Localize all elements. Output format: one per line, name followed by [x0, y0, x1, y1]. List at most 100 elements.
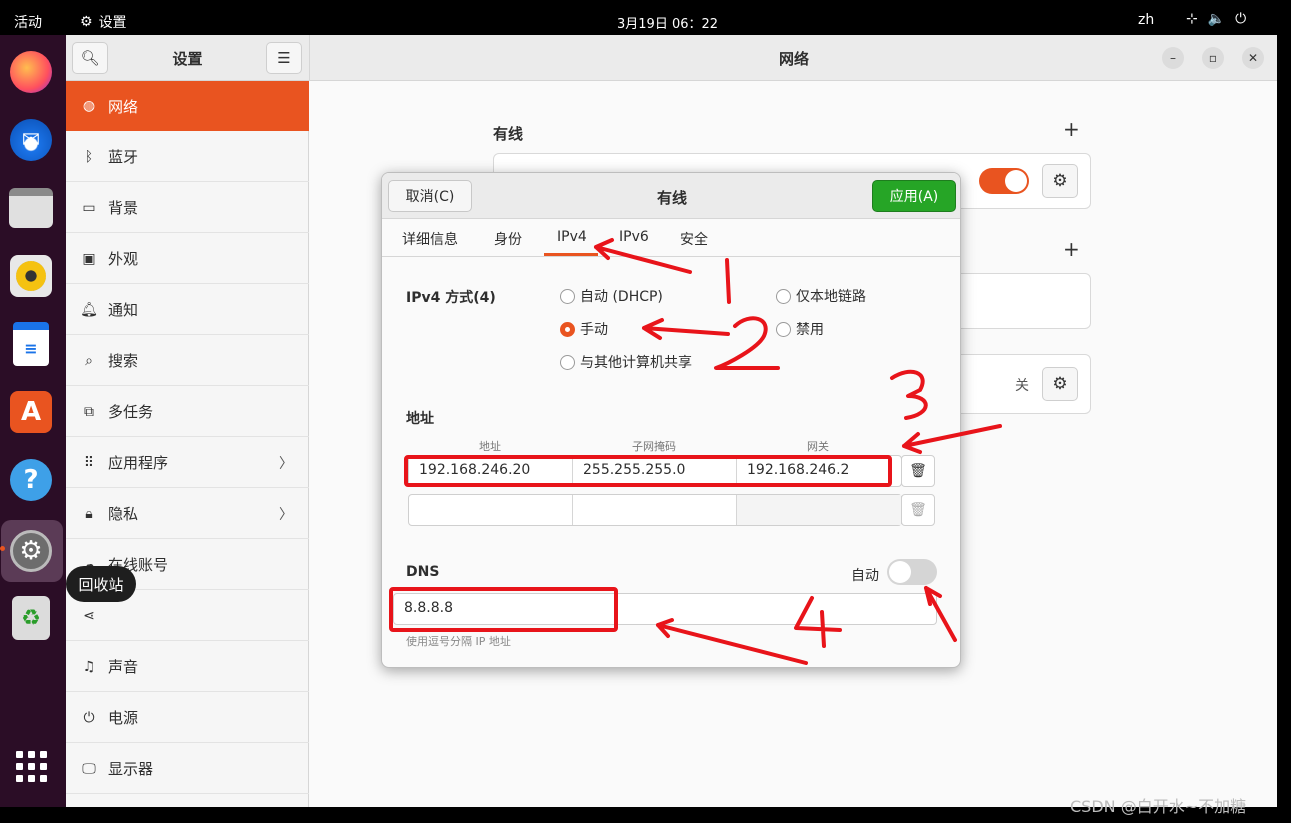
- power-icon: ⏻: [83, 709, 95, 726]
- thunderbird-icon: ✉: [10, 119, 52, 161]
- trash-icon: ♻: [12, 596, 50, 640]
- radio-label: 禁用: [796, 322, 824, 338]
- chevron-right-icon: 〉: [279, 506, 293, 523]
- desktop: 活动 ⚙ 设置 3月19日 06：22 zh ⊹ 🔈 ⏻ ✉ ≡ A ? ⚙ ♻…: [0, 0, 1291, 823]
- close-button[interactable]: ✕: [1242, 47, 1264, 69]
- radio-label: 仅本地链路: [796, 289, 866, 305]
- minimize-icon: –: [1170, 51, 1176, 65]
- wired-settings-dialog: 取消(C) 有线 应用(A) 详细信息 身份 IPv4 IPv6 安全 IPv4…: [381, 172, 961, 668]
- radio-label: 手动: [580, 322, 608, 338]
- sidebar-item-bluetooth[interactable]: ᛒ 蓝牙: [66, 132, 309, 182]
- sidebar-item-applications[interactable]: ⠿ 应用程序 〉: [66, 438, 309, 488]
- dock-files[interactable]: [6, 183, 56, 233]
- wired-settings-button[interactable]: ⚙: [1042, 164, 1078, 198]
- netmask-field[interactable]: [573, 495, 737, 525]
- network-icon: ◍: [82, 98, 96, 114]
- sidebar-item-label: 网络: [108, 97, 139, 116]
- radio-disabled[interactable]: 禁用: [776, 319, 824, 339]
- input-language[interactable]: zh: [1138, 12, 1154, 28]
- sidebar-item-background[interactable]: ▭ 背景: [66, 183, 309, 233]
- app-menu[interactable]: ⚙ 设置: [80, 12, 127, 32]
- radio-label: 自动 (DHCP): [580, 289, 663, 305]
- address-section-label: 地址: [406, 411, 434, 427]
- sidebar-item-label: 声音: [108, 658, 139, 676]
- tab-security[interactable]: 安全: [680, 229, 708, 249]
- sidebar-item-displays[interactable]: 🖵︎ 显示器: [66, 744, 309, 794]
- sidebar-item-label: 蓝牙: [108, 148, 139, 166]
- system-tray[interactable]: ⊹ 🔈 ⏻: [1186, 11, 1246, 27]
- bell-icon: 🔔︎: [80, 301, 98, 318]
- dock-writer[interactable]: ≡: [6, 319, 56, 369]
- sidebar-item-power[interactable]: ⏻ 电源: [66, 693, 309, 743]
- close-icon: ✕: [1247, 51, 1259, 65]
- address-field[interactable]: 192.168.246.20: [409, 456, 573, 486]
- dock-trash[interactable]: ♻: [6, 593, 56, 643]
- main-header: 网络 – ▫ ✕: [309, 35, 1277, 81]
- sidebar-item-network[interactable]: ◍ 网络: [66, 81, 309, 131]
- gateway-field[interactable]: 192.168.246.2: [737, 456, 901, 486]
- apply-button[interactable]: 应用(A): [872, 180, 956, 212]
- sidebar-item-appearance[interactable]: ▣ 外观: [66, 234, 309, 284]
- dns-auto-toggle[interactable]: [887, 559, 937, 585]
- app-menu-label: 设置: [98, 15, 127, 31]
- sidebar-item-sound[interactable]: ♫ 声音: [66, 642, 309, 692]
- wired-toggle[interactable]: [979, 168, 1029, 194]
- proxy-status: 关: [1015, 378, 1029, 394]
- menu-button[interactable]: ☰: [266, 42, 302, 74]
- address-row: [408, 494, 902, 526]
- background-icon: ▭: [82, 199, 96, 216]
- search-icon: ⌕: [85, 352, 93, 369]
- dock-help[interactable]: ?: [6, 455, 56, 505]
- delete-row-button[interactable]: 🗑︎: [901, 455, 935, 487]
- tab-ipv4[interactable]: IPv4: [557, 229, 587, 245]
- rhythmbox-icon: [10, 255, 52, 297]
- help-icon: ?: [10, 459, 52, 501]
- add-vpn-button[interactable]: +: [1063, 237, 1080, 261]
- radio-dhcp[interactable]: 自动 (DHCP): [560, 286, 663, 306]
- firefox-icon: [10, 51, 52, 93]
- tab-ipv6[interactable]: IPv6: [619, 229, 649, 245]
- radio-indicator: [776, 321, 791, 337]
- sidebar-item-search[interactable]: ⌕ 搜索: [66, 336, 309, 386]
- gateway-field[interactable]: [737, 495, 901, 525]
- minimize-button[interactable]: –: [1162, 47, 1184, 69]
- address-field[interactable]: [409, 495, 573, 525]
- radio-indicator: [560, 321, 575, 337]
- dock-app-center[interactable]: A: [6, 387, 56, 437]
- lock-icon: 🔒︎: [85, 505, 93, 522]
- proxy-settings-button[interactable]: ⚙: [1042, 367, 1078, 401]
- sidebar-item-label: 多任务: [108, 403, 154, 421]
- gear-icon: ⚙: [1052, 374, 1068, 394]
- tab-identity[interactable]: 身份: [494, 229, 522, 249]
- activities-button[interactable]: 活动: [14, 12, 42, 32]
- clock[interactable]: 3月19日 06：22: [617, 13, 718, 32]
- show-apps-icon[interactable]: [16, 751, 48, 783]
- radio-link-local[interactable]: 仅本地链路: [776, 286, 866, 306]
- sidebar-item-label: 通知: [108, 301, 139, 319]
- sidebar-item-multitasking[interactable]: ⧉ 多任务: [66, 387, 309, 437]
- dns-input[interactable]: 8.8.8.8: [393, 593, 937, 625]
- dock-settings[interactable]: ⚙: [6, 526, 56, 576]
- dialog-tabs: 详细信息 身份 IPv4 IPv6 安全: [382, 219, 960, 257]
- display-icon: 🖵︎: [82, 760, 96, 777]
- multitask-icon: ⧉: [84, 403, 94, 420]
- plus-icon: +: [1063, 117, 1080, 141]
- files-icon: [9, 188, 53, 228]
- sidebar-item-label: 显示器: [108, 760, 154, 778]
- dock-rhythmbox[interactable]: [6, 251, 56, 301]
- maximize-button[interactable]: ▫: [1202, 47, 1224, 69]
- tab-details[interactable]: 详细信息: [402, 229, 458, 249]
- wired-section-title: 有线: [493, 125, 524, 143]
- radio-manual[interactable]: 手动: [560, 319, 608, 339]
- dock-firefox[interactable]: [6, 47, 56, 97]
- sidebar-item-privacy[interactable]: 🔒︎ 隐私 〉: [66, 489, 309, 539]
- gear-icon: ⚙: [1052, 171, 1068, 191]
- radio-shared[interactable]: 与其他计算机共享: [560, 352, 692, 372]
- sidebar-header: 🔍︎ 设置 ☰: [66, 35, 309, 81]
- dock-thunderbird[interactable]: ✉: [6, 115, 56, 165]
- sidebar-item-notifications[interactable]: 🔔︎ 通知: [66, 285, 309, 335]
- netmask-field[interactable]: 255.255.255.0: [573, 456, 737, 486]
- delete-row-button[interactable]: 🗑︎: [901, 494, 935, 526]
- add-wired-button[interactable]: +: [1063, 117, 1080, 141]
- hamburger-icon: ☰: [277, 49, 291, 67]
